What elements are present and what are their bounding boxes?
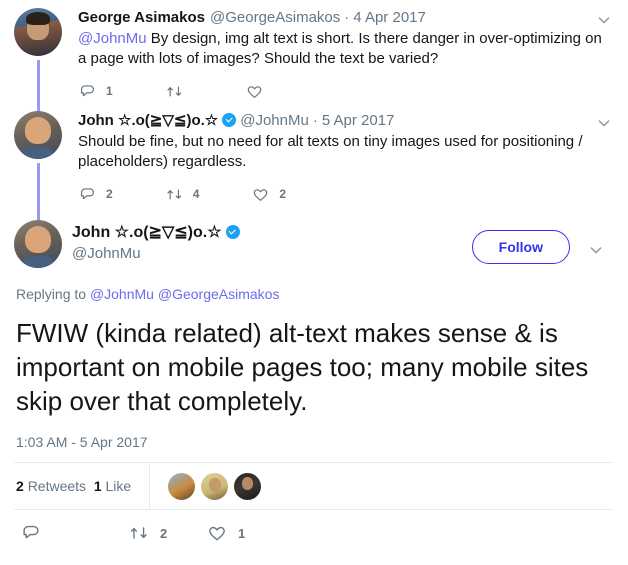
- replying-to-mention-1[interactable]: @JohnMu: [90, 286, 154, 302]
- separator-dot: ·: [312, 112, 318, 129]
- retweet-stat-label[interactable]: Retweets: [28, 478, 86, 494]
- tweet-text-body: By design, img alt text is short. Is the…: [78, 30, 602, 67]
- focal-tweet: John ☆.o(≧▽≦)o.☆ @JohnMu Follow Replying…: [0, 210, 628, 556]
- tweet-date[interactable]: 4 Apr 2017: [353, 8, 426, 28]
- chevron-down-icon-focal[interactable]: [588, 242, 604, 258]
- tweet-actions: 2 4 2: [78, 182, 614, 206]
- focal-tweet-header: John ☆.o(≧▽≦)o.☆ @JohnMu Follow: [14, 220, 614, 268]
- liker-avatar-2[interactable]: [201, 472, 229, 500]
- like-icon: [254, 188, 268, 201]
- user-handle[interactable]: @GeorgeAsimakos: [210, 8, 340, 28]
- display-name[interactable]: George Asimakos: [78, 8, 205, 28]
- verified-badge-icon: [222, 113, 237, 127]
- like-stat-label[interactable]: Like: [106, 478, 132, 494]
- liker-avatar-1[interactable]: [168, 472, 196, 500]
- tweet-header: George Asimakos @GeorgeAsimakos · 4 Apr …: [78, 8, 614, 28]
- focal-tweet-timestamp[interactable]: 1:03 AM - 5 Apr 2017: [16, 434, 614, 450]
- retweet-stat-number: 2: [16, 478, 24, 494]
- verified-badge-icon: [225, 225, 240, 239]
- follow-button[interactable]: Follow: [471, 230, 570, 264]
- engagement-stats-row: 2 Retweets 1 Like: [14, 463, 614, 509]
- retweet-icon: [167, 189, 181, 199]
- chevron-down-icon-tweet-2[interactable]: [596, 115, 612, 131]
- avatar-column: [14, 8, 74, 122]
- focal-reply-action[interactable]: [20, 522, 128, 544]
- focal-display-name-row: John ☆.o(≧▽≦)o.☆: [72, 222, 244, 242]
- like-action[interactable]: 2: [251, 185, 286, 204]
- user-handle[interactable]: @JohnMu: [240, 111, 309, 131]
- retweet-icon: [167, 86, 181, 96]
- tweet-thread-page: George Asimakos @GeorgeAsimakos · 4 Apr …: [0, 0, 628, 565]
- like-icon: [209, 526, 225, 541]
- replying-to-mention-2[interactable]: @GeorgeAsimakos: [158, 286, 280, 302]
- tweet-body: John ☆.o(≧▽≦)o.☆ @JohnMu · 5 Apr 2017 Sh…: [74, 111, 614, 206]
- retweet-action[interactable]: 4: [165, 185, 200, 204]
- like-count: 2: [279, 187, 287, 201]
- avatar-column: [14, 111, 74, 221]
- liker-facepile: [150, 472, 267, 500]
- tweet-text: @JohnMu By design, img alt text is short…: [78, 29, 614, 69]
- retweet-count: 4: [192, 187, 200, 201]
- reply-action[interactable]: 1: [78, 82, 113, 101]
- tweet-body: George Asimakos @GeorgeAsimakos · 4 Apr …: [74, 8, 614, 103]
- avatar-george-asimakos[interactable]: [14, 8, 62, 56]
- focal-retweet-action[interactable]: 2: [128, 522, 206, 544]
- tweet-header: John ☆.o(≧▽≦)o.☆ @JohnMu · 5 Apr 2017: [78, 111, 614, 131]
- tweet-actions: 1: [78, 79, 614, 103]
- like-icon: [247, 85, 261, 98]
- chevron-down-icon-tweet-1[interactable]: [596, 12, 612, 28]
- reply-icon: [23, 525, 39, 539]
- focal-display-name[interactable]: John ☆.o(≧▽≦)o.☆: [72, 222, 222, 242]
- retweet-action[interactable]: [165, 82, 193, 101]
- like-action[interactable]: [245, 82, 273, 101]
- mention-link[interactable]: @JohnMu: [78, 30, 147, 47]
- focal-like-action[interactable]: 1: [206, 522, 245, 544]
- reply-count: 1: [106, 84, 113, 98]
- liker-avatar-3[interactable]: [234, 472, 262, 500]
- reply-icon: [80, 84, 95, 96]
- reply-count: 2: [106, 187, 113, 201]
- thread-tweet-2[interactable]: John ☆.o(≧▽≦)o.☆ @JohnMu · 5 Apr 2017 Sh…: [0, 107, 628, 221]
- display-name[interactable]: John ☆.o(≧▽≦)o.☆: [78, 111, 218, 131]
- separator-dot: ·: [344, 9, 350, 26]
- focal-action-bar: 2 1: [14, 510, 614, 556]
- focal-tweet-text: FWIW (kinda related) alt-text makes sens…: [16, 318, 589, 416]
- stats-counts: 2 Retweets 1 Like: [16, 478, 149, 494]
- thread-tweet-1[interactable]: George Asimakos @GeorgeAsimakos · 4 Apr …: [0, 0, 628, 122]
- reply-icon: [80, 187, 95, 199]
- tweet-text: Should be fine, but no need for alt text…: [78, 133, 583, 170]
- focal-user-handle[interactable]: @JohnMu: [72, 245, 244, 262]
- retweet-icon: [130, 527, 147, 539]
- avatar-john-mu-focal[interactable]: [14, 220, 62, 268]
- reply-action[interactable]: 2: [78, 185, 113, 204]
- focal-like-count: 1: [238, 525, 246, 541]
- avatar-john-mu[interactable]: [14, 111, 62, 159]
- like-stat-number: 1: [93, 478, 102, 494]
- replying-to-prefix: Replying to: [16, 286, 90, 302]
- replying-to-line: Replying to @JohnMu @GeorgeAsimakos: [14, 286, 614, 302]
- tweet-date[interactable]: 5 Apr 2017: [322, 111, 395, 131]
- focal-user-names: John ☆.o(≧▽≦)o.☆ @JohnMu: [62, 220, 244, 262]
- focal-retweet-count: 2: [160, 525, 168, 541]
